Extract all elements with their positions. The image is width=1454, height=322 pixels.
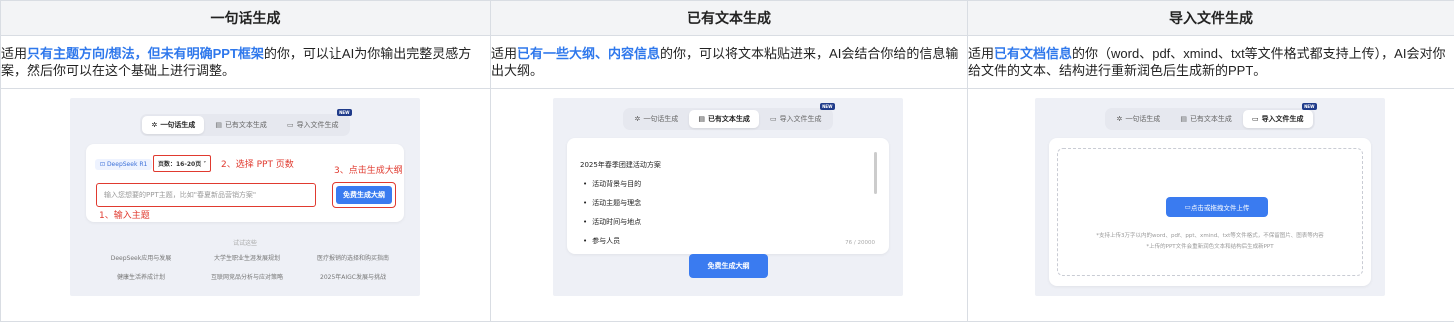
header-one-sentence: 一句话生成 [0,0,491,36]
outline-bullet: 参与人员 [583,236,620,246]
tab-import-file[interactable]: ▭ 导入文件生成 NEW [761,103,835,128]
upload-card: ▭ 点击或拖拽文件上传 *支持上传3万字以内的word、pdf、ppt、xmin… [1049,138,1371,286]
text-input-card[interactable]: 2025年春季团建活动方案 活动背景与目的 活动主题与理念 活动时间与地点 参与… [567,138,889,254]
tab-one-sentence[interactable]: ✲ 一句话生成 [142,116,205,134]
folder-icon: ▭ [286,121,294,129]
suggestion-item[interactable]: 健康生活养成计划 [88,272,194,281]
topic-placeholder: 输入您想要的PPT主题，比如"春夏新品营销方案" [104,191,257,199]
desc-highlight: 已有文档信息 [994,46,1073,61]
model-label: DeepSeek R1 [106,161,148,168]
desc-import-file: 适用已有文档信息的你（word、pdf、xmind、txt等文件格式都支持上传）… [967,35,1454,89]
document-icon: ▤ [1180,115,1187,123]
suggestion-item[interactable]: 大学生职业生涯发展规划 [194,253,300,262]
upload-dropzone[interactable]: ▭ 点击或拖拽文件上传 *支持上传3万字以内的word、pdf、ppt、xmin… [1057,148,1363,276]
tab-one-sentence[interactable]: ✲ 一句话生成 [1107,110,1169,128]
tab-label: 导入文件生成 [296,121,339,129]
tab-label: 已有文本生成 [707,115,750,123]
mode-tabs: ✲ 一句话生成 ▤ 已有文本生成 ▭ 导入文件生成 NEW [70,109,420,136]
generate-outline-button[interactable]: 免费生成大纲 [332,182,396,208]
tab-one-sentence[interactable]: ✲ 一句话生成 [625,110,687,128]
tab-label: 导入文件生成 [1261,115,1304,123]
annotation-input-topic: 1、输入主题 [99,211,150,221]
tab-label: 已有文本生成 [224,121,267,129]
annotation-generate: 3、点击生成大纲 [334,166,403,176]
desc-prefix: 适用 [1,46,28,61]
scrollbar[interactable] [874,152,877,194]
upload-hint: *上传的PPT文件会重新润色文本和结构后生成新PPT [1146,244,1274,250]
existing-text-screenshot: ✲ 一句话生成 ▤ 已有文本生成 ▭ 导入文件生成 NEW 2025年春季团建活动方案 … [553,98,903,296]
outline-bullet: 活动时间与地点 [583,217,641,227]
suggestion-grid: DeepSeek应用与发展 大学生职业生涯发展规划 医疗报销的选择和购买指南 健… [88,253,406,281]
mode-tabs: ✲ 一句话生成 ▤ 已有文本生成 ▭ 导入文件生成 NEW [1035,103,1385,130]
desc-highlight: 已有一些大纲、内容信息 [517,46,661,61]
annotation-select-pages: 2、选择 PPT 页数 [221,160,294,170]
char-counter: 76 / 20000 [845,240,875,246]
shot-existing-text-cell: ✲ 一句话生成 ▤ 已有文本生成 ▭ 导入文件生成 NEW 2025年春季团建活动方案 … [490,88,968,322]
tab-existing-text[interactable]: ▤ 已有文本生成 [689,110,759,128]
topic-input[interactable]: 输入您想要的PPT主题，比如"春夏新品营销方案" [96,183,316,207]
header-existing-text: 已有文本生成 [490,0,968,36]
document-icon: ▤ [698,115,705,123]
import-file-screenshot: ✲ 一句话生成 ▤ 已有文本生成 ▭ 导入文件生成 NEW ▭ 点击或拖拽文件上传 *支… [1035,98,1385,296]
comparison-table: 一句话生成 已有文本生成 导入文件生成 适用只有主题方向/想法，但未有明确PPT… [0,0,1454,322]
shot-import-file-cell: ✲ 一句话生成 ▤ 已有文本生成 ▭ 导入文件生成 NEW ▭ 点击或拖拽文件上传 *支… [967,88,1454,322]
tab-label: 一句话生成 [160,121,196,129]
model-selector[interactable]: ⊡ DeepSeek R1 [95,159,153,170]
outline-bullet: 活动背景与目的 [583,179,641,189]
outline-bullet: 活动主题与理念 [583,198,641,208]
screenshot-row: ✲ 一句话生成 ▤ 已有文本生成 ▭ 导入文件生成 NEW ⊡ DeepSeek R1 … [0,88,1454,322]
sparkle-icon: ✲ [634,115,641,123]
upload-button[interactable]: ▭ 点击或拖拽文件上传 [1166,197,1268,217]
document-icon: ▤ [215,121,222,129]
tab-label: 已有文本生成 [1189,115,1232,123]
tab-existing-text[interactable]: ▤ 已有文本生成 [1171,110,1241,128]
suggestion-item[interactable]: 2025年AIGC发展与挑战 [300,272,406,281]
one-sentence-screenshot: ✲ 一句话生成 ▤ 已有文本生成 ▭ 导入文件生成 NEW ⊡ DeepSeek R1 … [70,98,420,296]
tab-import-file[interactable]: ▭ 导入文件生成 NEW [1242,103,1317,128]
desc-existing-text: 适用已有一些大纲、内容信息的你，可以将文本粘贴进来，AI会结合你给的信息输出大纲… [490,35,968,89]
suggestion-item[interactable]: 医疗报销的选择和购买指南 [300,253,406,262]
desc-one-sentence: 适用只有主题方向/想法，但未有明确PPT框架的你，可以让AI为你输出完整灵感方案… [0,35,491,89]
page-count-select[interactable]: 页数：16-20页 ˅ [153,155,212,172]
suggestion-item[interactable]: DeepSeek应用与发展 [88,253,194,262]
header-row: 一句话生成 已有文本生成 导入文件生成 [0,0,1454,36]
tab-label: 一句话生成 [1125,115,1161,123]
desc-highlight: 只有主题方向/想法，但未有明确PPT框架 [27,46,264,61]
input-card: ⊡ DeepSeek R1 页数：16-20页 ˅ 2、选择 PPT 页数 3、… [86,144,404,222]
suggestion-item[interactable]: 互联网竞品分析与应对策略 [194,272,300,281]
desc-prefix: 适用 [491,46,518,61]
tab-import-file[interactable]: ▭ 导入文件生成 NEW [278,109,352,134]
tab-label: 一句话生成 [643,115,679,123]
new-badge: NEW [820,103,835,110]
sparkle-icon: ✲ [1116,115,1123,123]
description-row: 适用只有主题方向/想法，但未有明确PPT框架的你，可以让AI为你输出完整灵感方案… [0,35,1454,89]
generate-outline-button[interactable]: 免费生成大纲 [689,254,768,278]
desc-prefix: 适用 [968,46,995,61]
deepseek-icon: ⊡ [100,161,107,168]
folder-icon: ▭ [769,115,777,123]
doc-title: 2025年春季团建活动方案 [580,161,661,169]
upload-hint: *支持上传3万字以内的word、pdf、ppt、xmind、txt等文件格式，不… [1096,233,1324,239]
try-these-title: 试试这些 [232,240,257,247]
sparkle-icon: ✲ [151,121,158,129]
tab-label: 导入文件生成 [779,115,822,123]
mode-tabs: ✲ 一句话生成 ▤ 已有文本生成 ▭ 导入文件生成 NEW [553,103,903,130]
generate-label: 免费生成大纲 [336,186,392,204]
upload-label: 点击或拖拽文件上传 [1190,204,1250,212]
tab-existing-text[interactable]: ▤ 已有文本生成 [206,116,276,134]
new-badge: NEW [337,109,352,116]
shot-one-sentence-cell: ✲ 一句话生成 ▤ 已有文本生成 ▭ 导入文件生成 NEW ⊡ DeepSeek R1 … [0,88,491,322]
new-badge: NEW [1302,103,1317,110]
header-import-file: 导入文件生成 [967,0,1454,36]
folder-icon: ▭ [1251,115,1259,123]
